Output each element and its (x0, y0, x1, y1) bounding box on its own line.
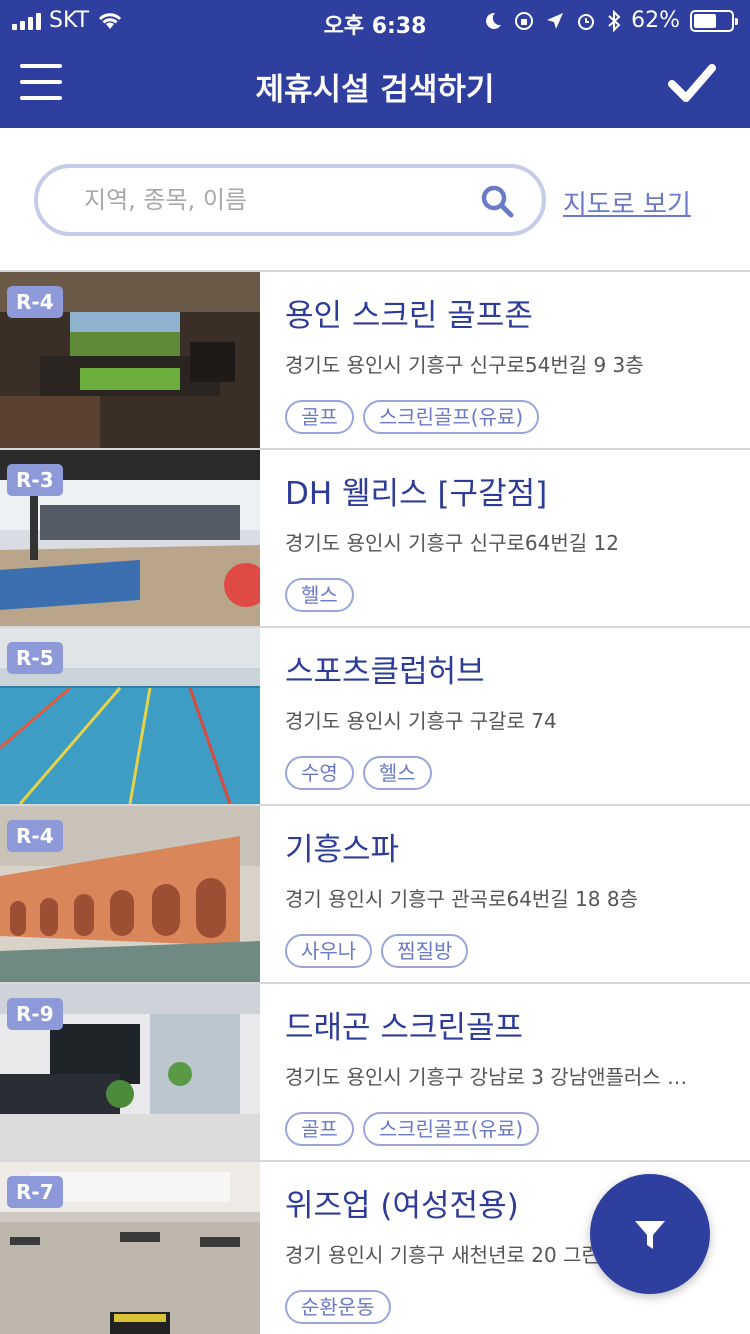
category-tag: 헬스 (285, 578, 354, 612)
facility-row[interactable]: R-4 기흥스파 경기 용인시 기흥구 관곡로64번길 18 8층 사우나 찜질… (0, 806, 750, 984)
category-tag: 골프 (285, 400, 354, 434)
facility-address: 경기도 용인시 기흥구 신구로54번길 9 3층 (285, 353, 644, 377)
rating-badge: R-4 (7, 286, 63, 318)
category-tag: 순환운동 (285, 1290, 391, 1324)
facility-photo: R-3 (0, 450, 260, 626)
category-tag: 골프 (285, 1112, 354, 1146)
rating-badge: R-9 (7, 998, 63, 1030)
facility-address: 경기도 용인시 기흥구 강남로 3 강남앤플러스 … (285, 1065, 688, 1089)
category-tag: 찜질방 (381, 934, 469, 968)
filter-button[interactable] (590, 1174, 710, 1294)
battery-icon (690, 9, 738, 32)
facility-name[interactable]: 스포츠클럽허브 (285, 646, 725, 691)
status-bar: SKT 오후 6:38 62% (0, 0, 750, 42)
top-bar: SKT 오후 6:38 62% 제휴시설 검색하기 (0, 0, 750, 128)
checkmark-icon[interactable] (668, 60, 716, 104)
facility-address: 경기 용인시 기흥구 관곡로64번길 18 8층 (285, 887, 639, 911)
facility-photo: R-4 (0, 272, 260, 448)
category-tag: 스크린골프(유료) (362, 1112, 540, 1146)
facility-name[interactable]: 기흥스파 (285, 824, 725, 869)
location-icon (547, 12, 564, 29)
rating-badge: R-7 (7, 1176, 63, 1208)
category-tag: 헬스 (362, 756, 432, 790)
rating-badge: R-4 (7, 820, 63, 852)
facility-photo: R-7 (0, 1162, 260, 1334)
facility-row[interactable]: R-4 용인 스크린 골프존 경기도 용인시 기흥구 신구로54번길 9 3층 … (0, 272, 750, 450)
facility-row[interactable]: R-5 스포츠클럽허브 경기도 용인시 기흥구 구갈로 74 수영 헬스 (0, 628, 750, 806)
facility-address: 경기도 용인시 기흥구 구갈로 74 (285, 709, 557, 733)
orientation-lock-icon (515, 11, 534, 30)
rating-badge: R-3 (7, 464, 63, 496)
alarm-icon (578, 13, 595, 30)
search-icon[interactable] (480, 184, 514, 218)
facility-photo: R-4 (0, 806, 260, 982)
facility-photo: R-5 (0, 628, 260, 804)
category-tag: 스크린골프(유료) (362, 400, 540, 434)
filter-icon (635, 1221, 665, 1249)
page-title: 제휴시설 검색하기 (255, 72, 495, 108)
facility-name[interactable]: 드래곤 스크린골프 (285, 1002, 725, 1047)
rating-badge: R-5 (7, 642, 63, 674)
facility-row[interactable]: R-9 드래곤 스크린골프 경기도 용인시 기흥구 강남로 3 강남앤플러스 …… (0, 984, 750, 1162)
category-tag: 사우나 (285, 934, 373, 968)
search-box (34, 164, 546, 236)
category-tag: 수영 (285, 756, 354, 790)
search-row: 지도로 보기 (0, 128, 750, 272)
facility-name[interactable]: 용인 스크린 골프존 (285, 290, 725, 335)
facility-name[interactable]: DH 웰리스 [구갈점] (285, 468, 725, 513)
search-input[interactable] (84, 180, 464, 220)
facility-row[interactable]: R-3 DH 웰리스 [구갈점] 경기도 용인시 기흥구 신구로64번길 12 … (0, 450, 750, 628)
facility-address: 경기도 용인시 기흥구 신구로64번길 12 (285, 531, 619, 555)
moon-icon (486, 12, 502, 29)
battery-percent: 62% (631, 8, 680, 33)
facility-photo: R-9 (0, 984, 260, 1160)
nav-bar: 제휴시설 검색하기 (0, 42, 750, 128)
map-view-link[interactable]: 지도로 보기 (563, 184, 691, 221)
bluetooth-icon (608, 9, 621, 32)
